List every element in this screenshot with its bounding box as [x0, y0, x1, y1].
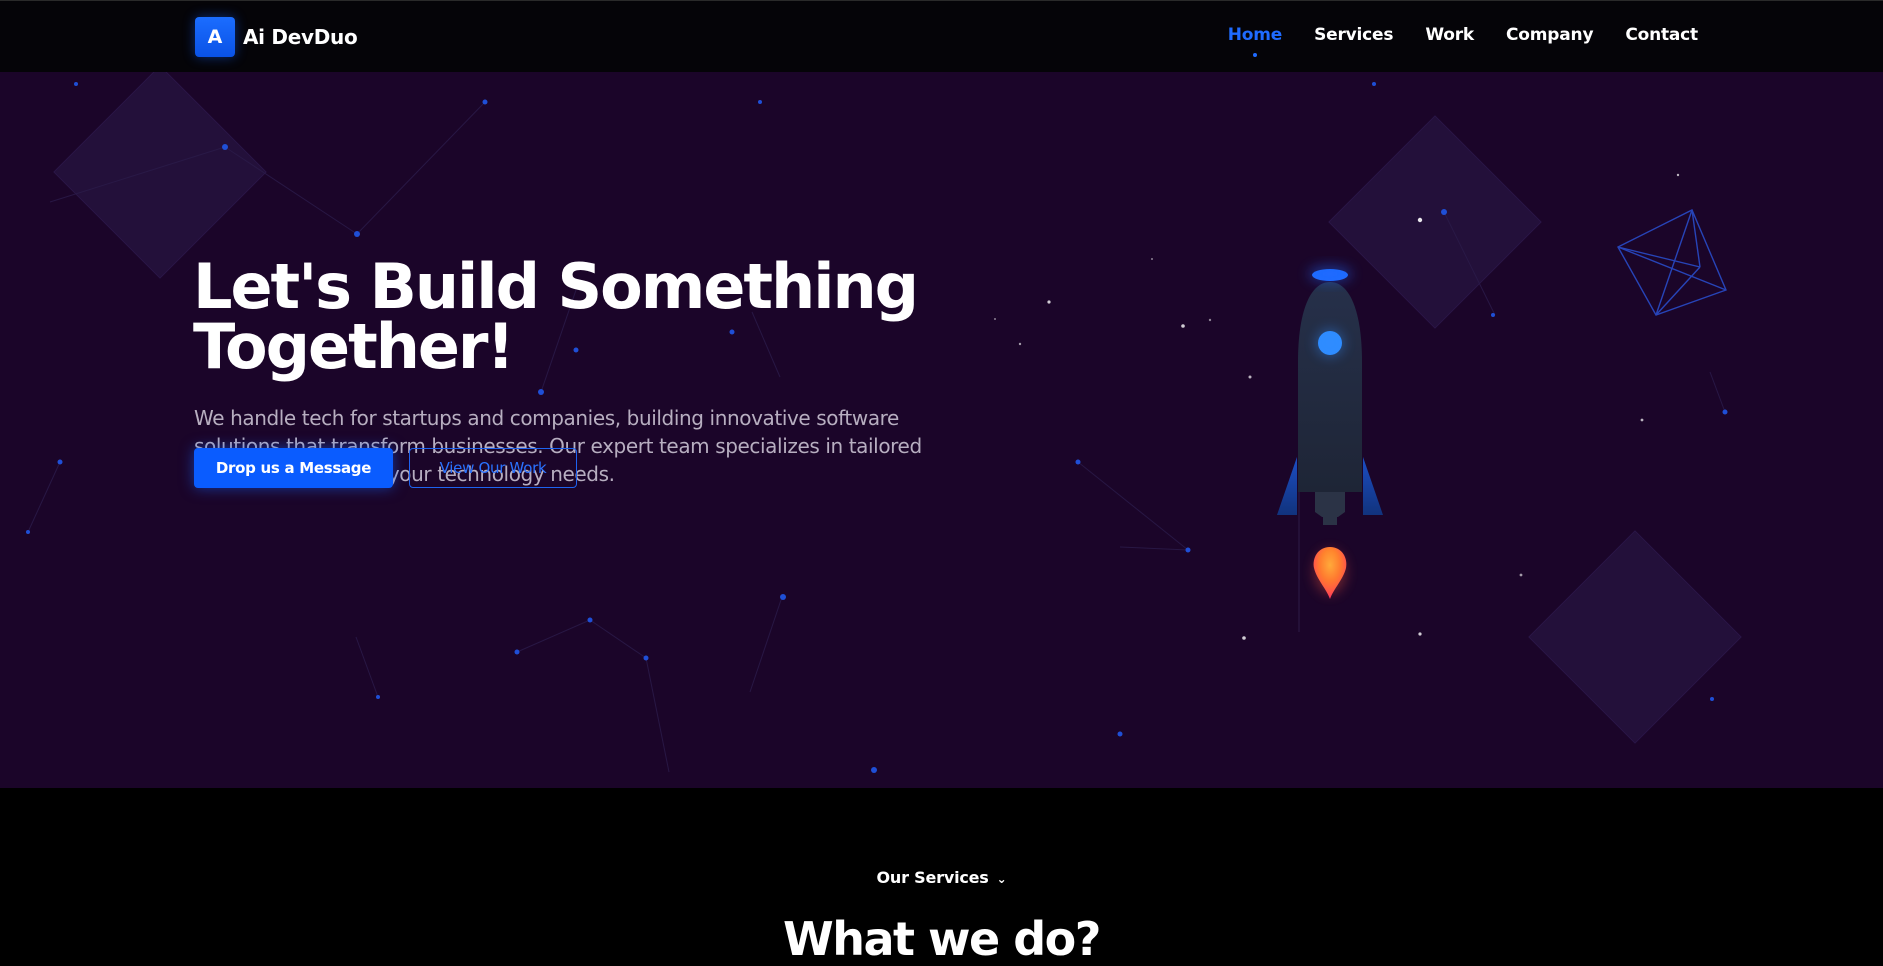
nav-work[interactable]: Work [1425, 25, 1474, 45]
services-title: What we do? [783, 912, 1101, 966]
nav-home[interactable]: Home [1228, 25, 1282, 57]
view-work-button[interactable]: View Our Work [409, 448, 577, 488]
wireframe-cube-icon [1617, 209, 1727, 316]
hero-title: Let's Build Something Together! [193, 256, 953, 378]
hero-section: Let's Build Something Together! We handl… [0, 72, 1883, 788]
chevron-down-icon: ⌄ [996, 872, 1007, 886]
rocket-illustration [1277, 265, 1383, 632]
hero-title-line2: Together! [193, 310, 515, 383]
logo-mark: A [195, 17, 235, 57]
nav-contact[interactable]: Contact [1625, 25, 1698, 45]
services-tag-label: Our Services [876, 868, 989, 887]
nav-company[interactable]: Company [1506, 25, 1593, 45]
brand-name: Ai DevDuo [243, 25, 358, 49]
nav-services[interactable]: Services [1314, 25, 1393, 45]
brand-logo[interactable]: A Ai DevDuo [195, 17, 358, 57]
services-tag[interactable]: Our Services ⌄ [0, 868, 1883, 887]
main-nav: Home Services Work Company Contact [1196, 25, 1698, 57]
site-header: A Ai DevDuo Home Services Work Company C… [0, 0, 1883, 72]
drop-message-button[interactable]: Drop us a Message [194, 448, 393, 488]
